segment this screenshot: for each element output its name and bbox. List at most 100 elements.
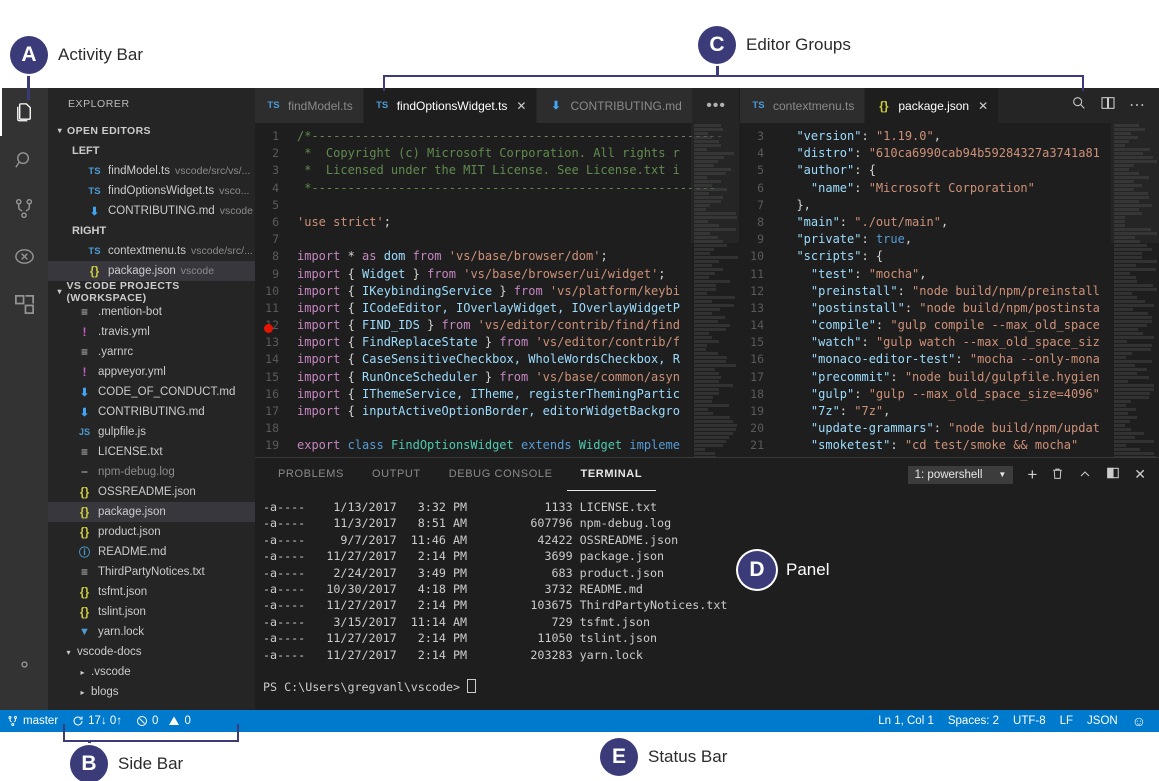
more-actions-icon[interactable]: ••• bbox=[706, 97, 726, 114]
callout-badge-a: A bbox=[10, 36, 48, 74]
line-number: 13 bbox=[750, 300, 764, 315]
minimap-line bbox=[694, 284, 716, 287]
tree-item[interactable]: ≡ ThirdPartyNotices.txt bbox=[48, 562, 255, 582]
tab-package-json[interactable]: {} package.json ✕ bbox=[865, 88, 1000, 123]
activity-item-debug[interactable] bbox=[0, 232, 48, 280]
activity-bar[interactable] bbox=[0, 88, 48, 710]
tree-item[interactable]: {} product.json bbox=[48, 522, 255, 542]
debug-icon bbox=[14, 248, 34, 264]
tree-item[interactable]: {} OSSREADME.json bbox=[48, 482, 255, 502]
tab-findOptionsWidget[interactable]: TS findOptionsWidget.ts ✕ bbox=[363, 88, 538, 123]
json-file-icon: {} bbox=[79, 605, 90, 619]
minimap-line bbox=[694, 336, 712, 339]
minimap-line bbox=[1114, 184, 1142, 187]
line-number: 4 bbox=[272, 180, 279, 195]
markdown-file-icon: ⬇ bbox=[79, 406, 90, 419]
code-editor-right[interactable]: 3 "version": "1.19.0", 4 "distro": "610ca… bbox=[740, 123, 1159, 457]
tree-item[interactable]: ⎯ npm-debug.log bbox=[48, 462, 255, 482]
tree-item[interactable]: ▼ yarn.lock bbox=[48, 622, 255, 642]
code-line: 4 *-------------------------------------… bbox=[255, 180, 739, 197]
minimap-line bbox=[694, 124, 721, 127]
split-panel-icon[interactable] bbox=[1106, 466, 1120, 483]
close-icon[interactable]: ✕ bbox=[516, 100, 526, 112]
workbench-body: EXPLORER ▾ OPEN EDITORS LEFT TS findMode… bbox=[0, 88, 1159, 710]
tree-item[interactable]: ⬇ CONTRIBUTING.md bbox=[48, 402, 255, 422]
tree-item-label: ThirdPartyNotices.txt bbox=[98, 566, 205, 578]
open-editor-row[interactable]: TS findOptionsWidget.ts vsco... bbox=[48, 181, 255, 201]
editor-area: TS findModel.ts TS findOptionsWidget.ts … bbox=[255, 88, 1159, 710]
leader-line-c bbox=[716, 62, 719, 76]
code-text: "private": true, bbox=[782, 232, 913, 247]
open-editor-name: contextmenu.ts bbox=[108, 245, 186, 257]
text-file-icon: ≡ bbox=[80, 345, 88, 359]
tree-item[interactable]: ! appveyor.yml bbox=[48, 362, 255, 382]
section-workspace[interactable]: ▾ VS CODE PROJECTS (WORKSPACE) bbox=[48, 280, 255, 304]
panel-tab-problems[interactable]: PROBLEMS bbox=[264, 458, 358, 491]
smiley-icon[interactable]: ☺ bbox=[1125, 710, 1159, 732]
status-indentation[interactable]: Spaces: 2 bbox=[941, 710, 1006, 732]
section-open-editors[interactable]: ▾ OPEN EDITORS bbox=[48, 120, 255, 141]
code-line: 22 }, bbox=[740, 455, 1159, 457]
activity-item-search[interactable] bbox=[0, 136, 48, 184]
status-cursor-position[interactable]: Ln 1, Col 1 bbox=[871, 710, 941, 732]
tree-item[interactable]: ≡ LICENSE.txt bbox=[48, 442, 255, 462]
split-editor-icon[interactable] bbox=[1100, 95, 1116, 116]
trash-icon[interactable] bbox=[1051, 466, 1064, 484]
code-line: 8 "main": "./out/main", bbox=[740, 214, 1159, 231]
line-number: 1 bbox=[272, 129, 279, 143]
open-editor-row[interactable]: TS contextmenu.ts vscode/src/... bbox=[48, 241, 255, 261]
code-editor-left[interactable]: 1 /*-------------------------------------… bbox=[255, 123, 739, 457]
minimap-line bbox=[1114, 136, 1138, 139]
tree-item[interactable]: ! .travis.yml bbox=[48, 322, 255, 342]
tree-item[interactable]: {} tslint.json bbox=[48, 602, 255, 622]
folder-blogs[interactable]: ▸ blogs bbox=[48, 682, 255, 702]
panel-tab-terminal[interactable]: TERMINAL bbox=[566, 458, 657, 491]
activity-item-extensions[interactable] bbox=[0, 280, 48, 328]
minimap-line bbox=[1114, 236, 1135, 239]
panel-tab-debug-console[interactable]: DEBUG CONSOLE bbox=[435, 458, 567, 491]
tree-item[interactable]: ⓘ README.md bbox=[48, 542, 255, 562]
folder-vscode-docs[interactable]: ▾ vscode-docs bbox=[48, 642, 255, 662]
folder-dot-vscode[interactable]: ▸ .vscode bbox=[48, 662, 255, 682]
status-language-mode[interactable]: JSON bbox=[1080, 710, 1125, 732]
tree-item[interactable]: ⬇ CODE_OF_CONDUCT.md bbox=[48, 382, 255, 402]
tree-item[interactable]: JS gulpfile.js bbox=[48, 422, 255, 442]
code-text: import { inputActiveOptionBorder, editor… bbox=[297, 404, 680, 418]
activity-item-manage[interactable] bbox=[0, 640, 48, 688]
tab-contextmenu[interactable]: TS contextmenu.ts bbox=[740, 88, 866, 123]
open-editor-name: findModel.ts bbox=[108, 165, 171, 177]
more-actions-icon[interactable]: ⋯ bbox=[1129, 97, 1146, 114]
tree-item[interactable]: ≡ .yarnrc bbox=[48, 342, 255, 362]
breakpoint-marker[interactable] bbox=[264, 324, 273, 333]
status-eol[interactable]: LF bbox=[1053, 710, 1080, 732]
open-editor-row[interactable]: ⬇ CONTRIBUTING.md vscode bbox=[48, 201, 255, 221]
close-icon[interactable]: ✕ bbox=[1134, 466, 1146, 483]
tree-item-selected[interactable]: {} package.json bbox=[48, 502, 255, 522]
open-editor-row-selected[interactable]: {} package.json vscode bbox=[48, 261, 255, 281]
status-branch[interactable]: master bbox=[0, 710, 65, 732]
tab-contributing-md[interactable]: ⬇ CONTRIBUTING.md bbox=[537, 88, 693, 123]
tree-item[interactable]: {} tsfmt.json bbox=[48, 582, 255, 602]
tab-findModel[interactable]: TS findModel.ts bbox=[255, 88, 364, 123]
terminal-prompt[interactable]: PS C:\Users\gregvanl\vscode> bbox=[263, 679, 1159, 695]
status-encoding[interactable]: UTF-8 bbox=[1006, 710, 1053, 732]
terminal-output[interactable]: -a---- 1/13/2017 3:32 PM 1133 LICENSE.tx… bbox=[255, 491, 1159, 710]
panel-tab-output[interactable]: OUTPUT bbox=[358, 458, 435, 491]
callout-label-b: Side Bar bbox=[118, 754, 184, 773]
chevron-up-icon[interactable] bbox=[1078, 467, 1092, 483]
minimap-left[interactable] bbox=[691, 123, 739, 457]
plus-icon[interactable]: + bbox=[1027, 466, 1037, 483]
line-number: 18 bbox=[265, 421, 279, 436]
minimap-line bbox=[1114, 176, 1149, 179]
activity-item-explorer[interactable] bbox=[0, 88, 48, 136]
activity-item-source-control[interactable] bbox=[0, 184, 48, 232]
open-editor-row[interactable]: TS findModel.ts vscode/src/vs/... bbox=[48, 161, 255, 181]
code-text: "test": "mocha", bbox=[782, 266, 927, 281]
close-icon[interactable]: ✕ bbox=[978, 100, 988, 112]
minimap-right[interactable] bbox=[1111, 123, 1159, 457]
terminal-select[interactable]: 1: powershell ▼ bbox=[907, 465, 1014, 484]
open-changes-icon[interactable] bbox=[1071, 95, 1087, 116]
tree-item[interactable]: ≡ .mention-bot bbox=[48, 302, 255, 322]
minimap-line bbox=[1114, 388, 1154, 391]
